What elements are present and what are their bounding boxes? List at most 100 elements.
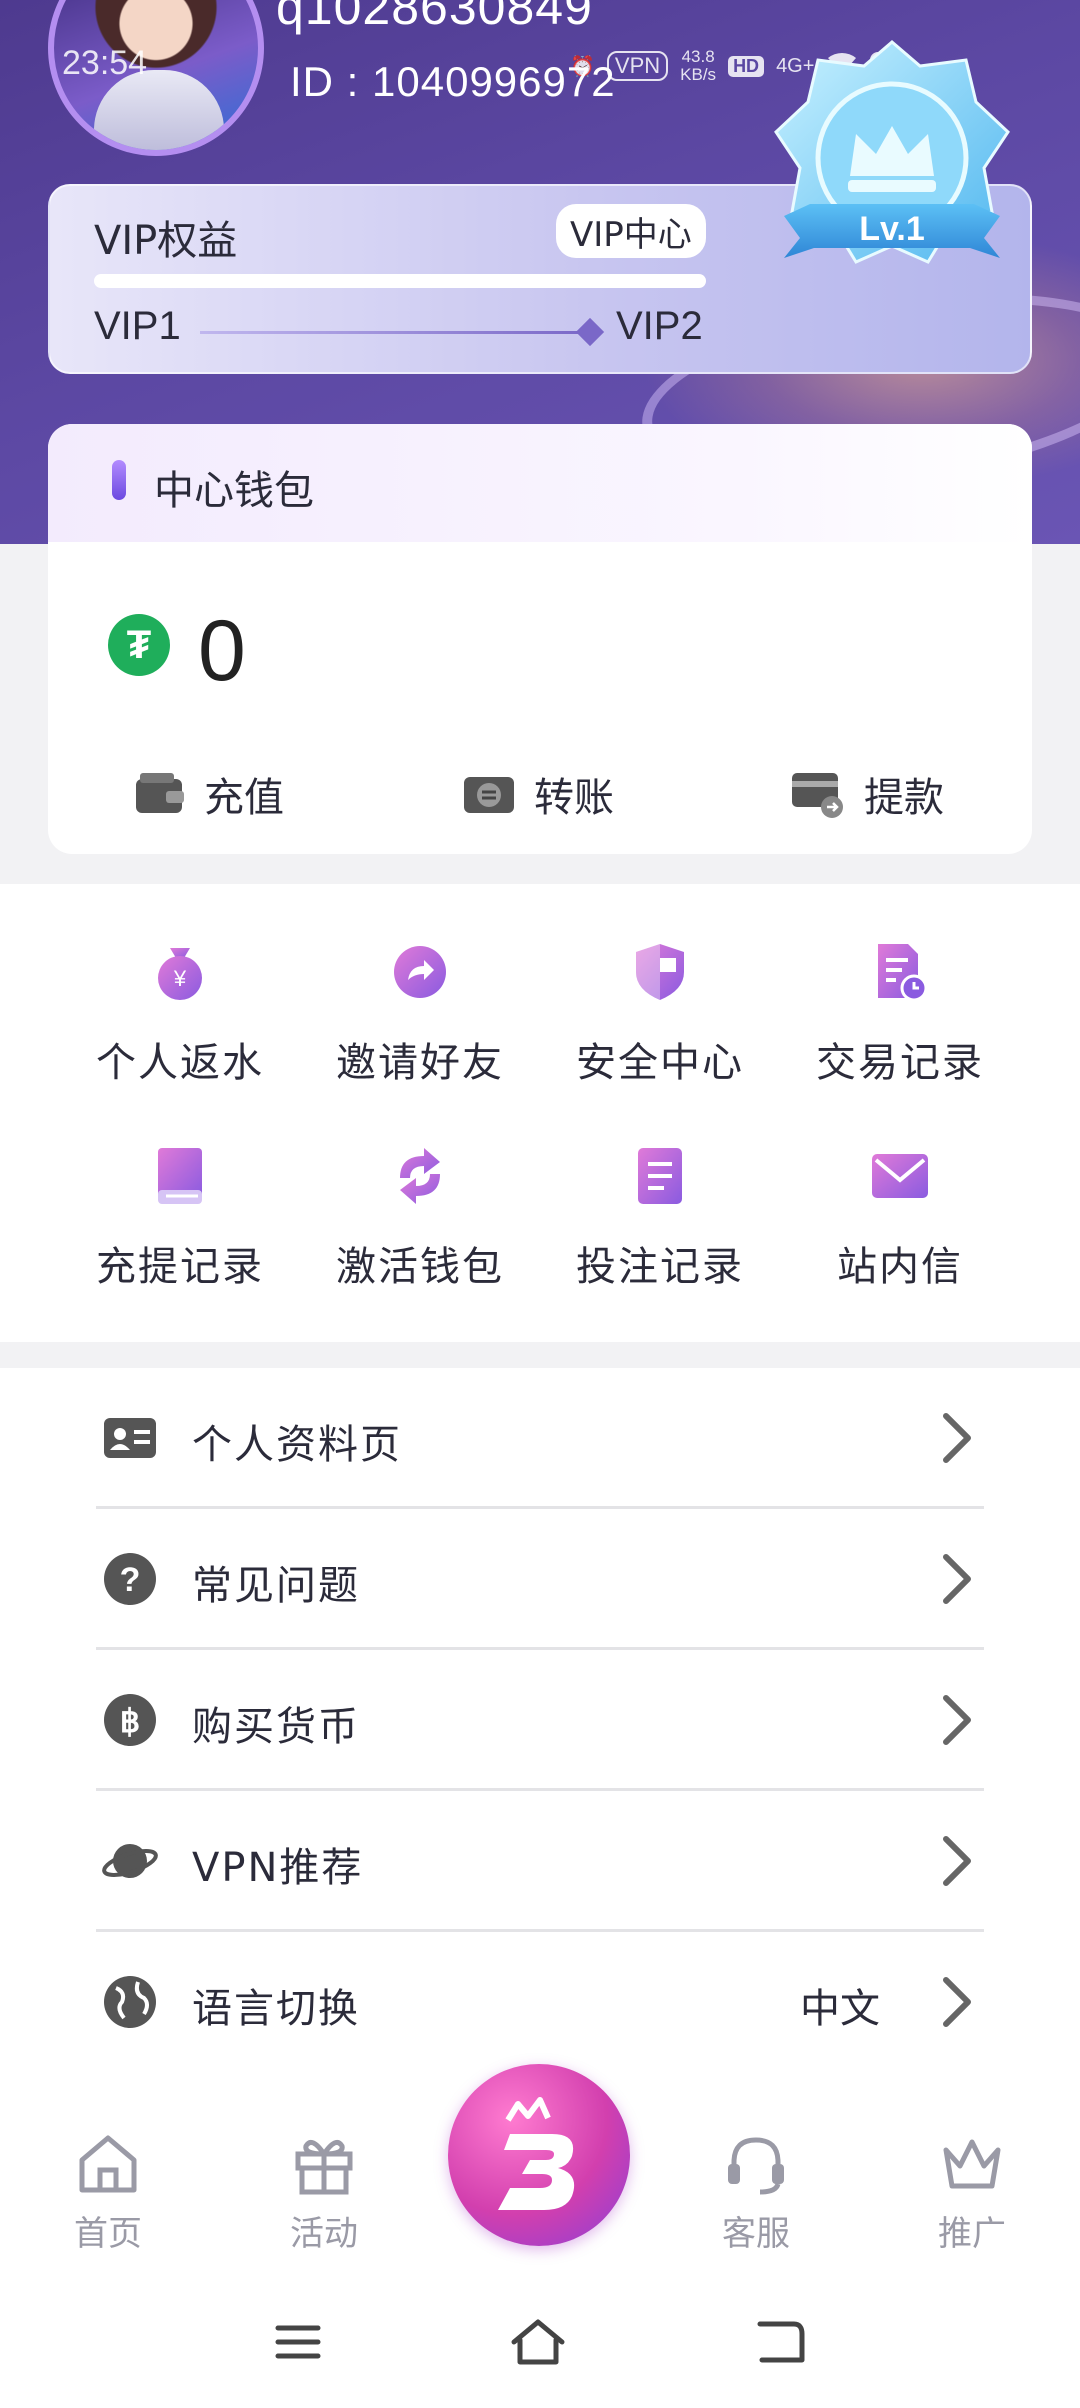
username: q1028630849 [276, 0, 593, 35]
home-icon [79, 2135, 137, 2193]
menu-item-vpn[interactable]: VPN推荐 [96, 1791, 984, 1932]
wallet-title: 中心钱包 [154, 468, 314, 514]
withdraw-label: 提款 [864, 775, 944, 821]
chevron-right-icon [943, 1554, 971, 1604]
svg-text:?: ? [120, 1561, 141, 1599]
quick-actions-grid: ¥ 个人返水 邀请好友 安全中心 交易记录 充提记录 激活钱包 投注记录 站内信 [0, 884, 1080, 1342]
grid-item-security[interactable]: 安全中心 [540, 940, 780, 1088]
menu-label-faq: 常见问题 [192, 1563, 360, 1609]
gift-icon [295, 2139, 353, 2195]
grid-item-messages[interactable]: 站内信 [780, 1144, 1020, 1292]
brand-b-logo-icon [498, 2097, 575, 2210]
vip-badge-level-text: Lv.1 [859, 210, 925, 248]
menu-label-buy-currency: 购买货币 [192, 1704, 360, 1750]
headset-icon [728, 2137, 784, 2195]
nav-label-activity: 活动 [290, 2214, 358, 2254]
menu-label-vpn: VPN推荐 [192, 1845, 364, 1891]
grid-item-bet-records[interactable]: 投注记录 [540, 1144, 780, 1292]
chevron-right-icon [943, 1413, 971, 1463]
back-icon[interactable] [750, 2312, 810, 2372]
vip-level-line [200, 331, 588, 334]
crown-icon [943, 2139, 1001, 2189]
grid-label-transactions: 交易记录 [816, 1040, 984, 1086]
share-arrow-icon [394, 946, 446, 998]
question-circle-icon: ? [104, 1553, 156, 1605]
globe-icon [104, 1976, 156, 2028]
grid-label-deposit-records: 充提记录 [96, 1244, 264, 1290]
grid-label-rebate: 个人返水 [96, 1040, 264, 1086]
usdt-icon: ₮ [108, 614, 170, 676]
nav-label-home: 首页 [74, 2214, 142, 2254]
net-speed-unit: KB/s [680, 65, 717, 84]
nav-label-promote: 推广 [938, 2214, 1006, 2254]
nav-promote[interactable]: 推广 [902, 2128, 1042, 2255]
vip-center-button[interactable]: VIP中心 [556, 204, 706, 258]
vip-title: VIP权益 [94, 218, 238, 264]
grid-label-security: 安全中心 [576, 1040, 744, 1086]
nav-label-support: 客服 [722, 2214, 790, 2254]
planet-icon [102, 1844, 158, 1878]
list-document-icon [638, 1148, 682, 1204]
wallet-title-accent [112, 460, 126, 500]
vip-current-level: VIP1 [94, 304, 181, 348]
status-time: 23:54 [62, 44, 148, 82]
vip-level-badge-icon: Lv.1 [774, 40, 1010, 264]
deposit-label: 充值 [204, 775, 284, 821]
vpn-status-badge: VPN [606, 51, 669, 81]
net-speed: 43.8 KB/s [680, 48, 716, 84]
menu-icon[interactable] [268, 2312, 328, 2372]
vip-next-level: VIP2 [616, 304, 703, 348]
chevron-right-icon [943, 1836, 971, 1886]
document-clock-icon [878, 944, 928, 1002]
wallet-header: 中心钱包 [48, 424, 1032, 542]
grid-label-invite: 邀请好友 [336, 1040, 504, 1086]
transfer-icon [464, 777, 514, 813]
grid-label-activate-wallet: 激活钱包 [336, 1244, 504, 1290]
withdraw-button[interactable]: 提款 [790, 764, 944, 824]
grid-item-invite[interactable]: 邀请好友 [300, 940, 540, 1088]
book-icon [158, 1148, 202, 1204]
nav-activity[interactable]: 活动 [254, 2128, 394, 2255]
net-speed-value: 43.8 [681, 47, 715, 66]
settings-menu: 个人资料页 ? 常见问题 ฿ 购买货币 VPN推荐 语言切换 中文 [0, 1368, 1080, 2148]
transfer-button[interactable]: 转账 [462, 764, 614, 824]
current-language: 中文 [800, 1986, 880, 2032]
vip-level-marker [575, 317, 605, 347]
user-id: ID : 1040996972 [290, 58, 616, 105]
svg-text:฿: ฿ [120, 1703, 140, 1739]
system-navigation-bar [0, 2272, 1080, 2408]
envelope-icon [872, 1154, 928, 1198]
grid-item-transactions[interactable]: 交易记录 [780, 940, 1020, 1088]
refresh-icon [400, 1148, 440, 1204]
menu-label-profile: 个人资料页 [192, 1422, 402, 1468]
nav-home[interactable]: 首页 [38, 2128, 178, 2255]
transfer-label: 转账 [534, 775, 614, 821]
chevron-right-icon [943, 1977, 971, 2027]
deposit-button[interactable]: 充值 [134, 764, 284, 824]
chevron-right-icon [943, 1695, 971, 1745]
id-card-icon [104, 1418, 156, 1458]
withdraw-card-icon [792, 773, 843, 818]
menu-item-buy-currency[interactable]: ฿ 购买货币 [96, 1650, 984, 1791]
grid-label-messages: 站内信 [837, 1244, 963, 1290]
home-button-icon[interactable] [508, 2312, 568, 2372]
bitcoin-icon: ฿ [104, 1694, 156, 1746]
menu-item-faq[interactable]: ? 常见问题 [96, 1509, 984, 1650]
shield-icon [636, 944, 684, 1000]
vip-progress-bar [94, 274, 706, 288]
nav-support[interactable]: 客服 [686, 2128, 826, 2255]
wallet-balance: 0 [198, 603, 246, 699]
grid-item-deposit-records[interactable]: 充提记录 [60, 1144, 300, 1292]
menu-item-profile[interactable]: 个人资料页 [96, 1368, 984, 1509]
grid-label-bet-records: 投注记录 [576, 1244, 744, 1290]
svg-text:¥: ¥ [173, 966, 187, 991]
grid-item-activate-wallet[interactable]: 激活钱包 [300, 1144, 540, 1292]
menu-item-language[interactable]: 语言切换 中文 [96, 1932, 984, 2073]
app-logo-button[interactable] [448, 2064, 630, 2246]
hd-badge: HD [728, 55, 765, 77]
money-bag-icon: ¥ [158, 948, 202, 1000]
wallet-card: 中心钱包 ₮ 0 充值 转账 提款 [48, 424, 1032, 854]
wallet-icon [136, 773, 184, 813]
menu-label-language: 语言切换 [192, 1986, 360, 2032]
grid-item-rebate[interactable]: ¥ 个人返水 [60, 940, 300, 1088]
